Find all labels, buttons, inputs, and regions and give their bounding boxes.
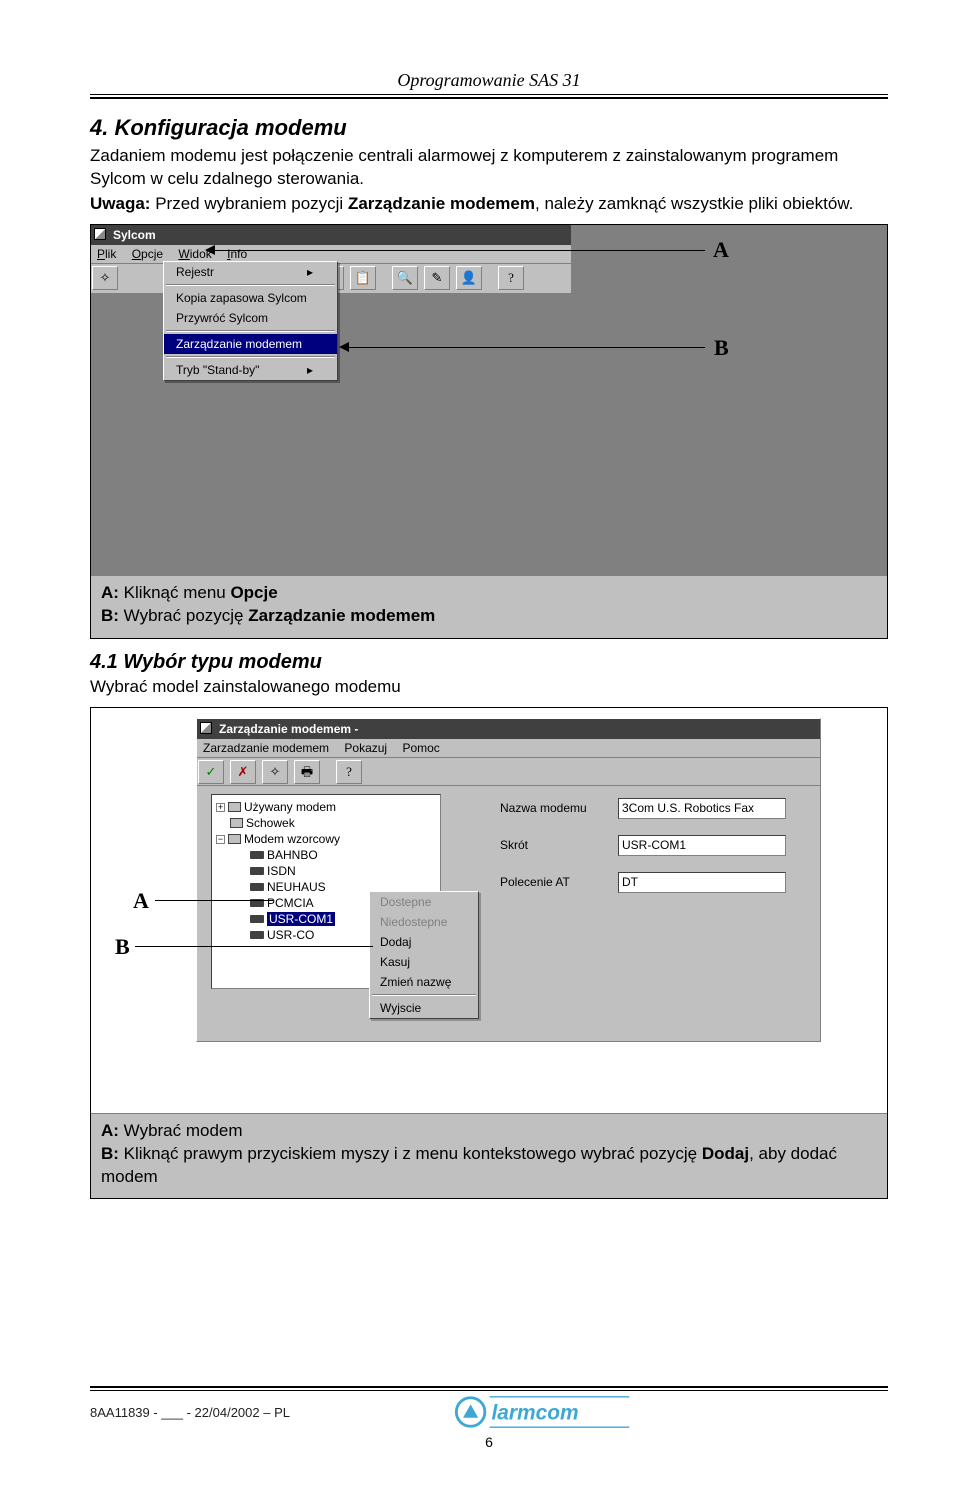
footer-doc-id: 8AA11839 - ___ - 22/04/2002 – PL (90, 1405, 290, 1420)
intro-paragraph: Zadaniem modemu jest połączenie centrali… (90, 145, 888, 191)
callout-label-a2: A (133, 888, 149, 914)
label-nazwa: Nazwa modemu (500, 801, 618, 815)
modem-form: Nazwa modemu Skrót Polecenie AT (500, 798, 800, 909)
opcje-dropdown: Rejestr▸ Kopia zapasowa Sylcom Przywróć … (163, 261, 338, 381)
toolbar-button[interactable]: ✧ (92, 266, 118, 290)
heading-section-4: 4. Konfiguracja modemu (90, 115, 888, 141)
input-polecenie-at[interactable] (618, 872, 786, 893)
accept-icon[interactable]: ✓ (198, 760, 224, 784)
input-skrot[interactable] (618, 835, 786, 856)
screenshot-frame-1: Sylcom PPliklik Opcje Widok Info ✧ ⎘ 📋 🔍… (90, 224, 888, 639)
help-icon[interactable]: ? (498, 266, 524, 290)
app-icon (200, 722, 212, 734)
callout-line-b2 (135, 946, 373, 947)
callout-line-a2 (155, 900, 273, 901)
tree-item-selected[interactable]: USR-COM1 (267, 912, 335, 926)
input-nazwa-modemu[interactable] (618, 798, 786, 819)
ctx-dostepne: Dostepne (370, 892, 478, 912)
caption-box-1: A: Kliknąć menu Opcje B: Wybrać pozycję … (91, 575, 887, 638)
print-icon[interactable]: 🖶 (294, 760, 320, 784)
page-footer: 8AA11839 - ___ - 22/04/2002 – PL larmcom… (90, 1386, 888, 1450)
ctx-wyjscie[interactable]: Wyjscie (370, 998, 478, 1018)
alarmcom-logo: larmcom (444, 1393, 634, 1431)
menu-opcje[interactable]: Opcje (132, 247, 163, 261)
toolbar-2: ✓ ✗ ✧ 🖶 ? (197, 758, 820, 786)
sub-paragraph: Wybrać model zainstalowanego modemu (90, 676, 888, 699)
ctx-kasuj[interactable]: Kasuj (370, 952, 478, 972)
screenshot-frame-2: Zarządzanie modemem - Zarzadzanie modeme… (90, 707, 888, 1200)
context-menu: Dostepne Niedostepne Dodaj Kasuj Zmień n… (369, 891, 479, 1019)
ctx-zmien-nazwe[interactable]: Zmień nazwę (370, 972, 478, 992)
label-polecenie-at: Polecenie AT (500, 875, 618, 889)
page-number: 6 (90, 1434, 888, 1450)
ctx-dodaj[interactable]: Dodaj (370, 932, 478, 952)
heading-subsection-41: 4.1 Wybór typu modemu (90, 651, 888, 674)
callout-line-a (215, 250, 705, 251)
arrow-icon (205, 245, 215, 255)
menu-item-standby[interactable]: Tryb "Stand-by"▸ (164, 360, 337, 380)
callout-line-b (349, 347, 705, 348)
menu-pomoc[interactable]: Pomoc (402, 741, 439, 755)
find-icon[interactable]: 🔍 (392, 266, 418, 290)
ctx-niedostepne: Niedostepne (370, 912, 478, 932)
menu-item-zarzadzanie-modemem[interactable]: Zarządzanie modemem (164, 334, 337, 354)
window-titlebar-2: Zarządzanie modemem - (197, 719, 820, 739)
menu-pokazuj[interactable]: Pokazuj (344, 741, 387, 755)
help-icon[interactable]: ? (336, 760, 362, 784)
menu-item-kopia[interactable]: Kopia zapasowa Sylcom (164, 288, 337, 308)
tool-icon[interactable]: ✎ (424, 266, 450, 290)
menu-item-przywroc[interactable]: Przywróć Sylcom (164, 308, 337, 328)
menu-zarzadzanie[interactable]: Zarzadzanie modemem (203, 741, 329, 755)
add-icon[interactable]: ✧ (262, 760, 288, 784)
menubar-2: Zarzadzanie modemem Pokazuj Pomoc (197, 739, 820, 758)
window-titlebar: Sylcom (91, 225, 571, 245)
intro-warning: Uwaga: Przed wybraniem pozycji Zarządzan… (90, 193, 888, 216)
paste-icon[interactable]: 📋 (350, 266, 376, 290)
cancel-icon[interactable]: ✗ (230, 760, 256, 784)
caption-box-2: A: Wybrać modem B: Kliknąć prawym przyci… (91, 1113, 887, 1199)
app-icon (94, 228, 106, 240)
menu-item-rejestr[interactable]: Rejestr▸ (164, 262, 337, 282)
callout-label-b: B (714, 335, 729, 361)
label-skrot: Skrót (500, 838, 618, 852)
user-icon[interactable]: 👤 (456, 266, 482, 290)
callout-label-a: A (713, 237, 729, 263)
page-header-title: Oprogramowanie SAS 31 (90, 70, 888, 91)
arrow-icon (339, 342, 349, 352)
menu-plik[interactable]: PPliklik (97, 247, 116, 261)
callout-label-b2: B (115, 934, 130, 960)
svg-text:larmcom: larmcom (491, 1402, 578, 1425)
